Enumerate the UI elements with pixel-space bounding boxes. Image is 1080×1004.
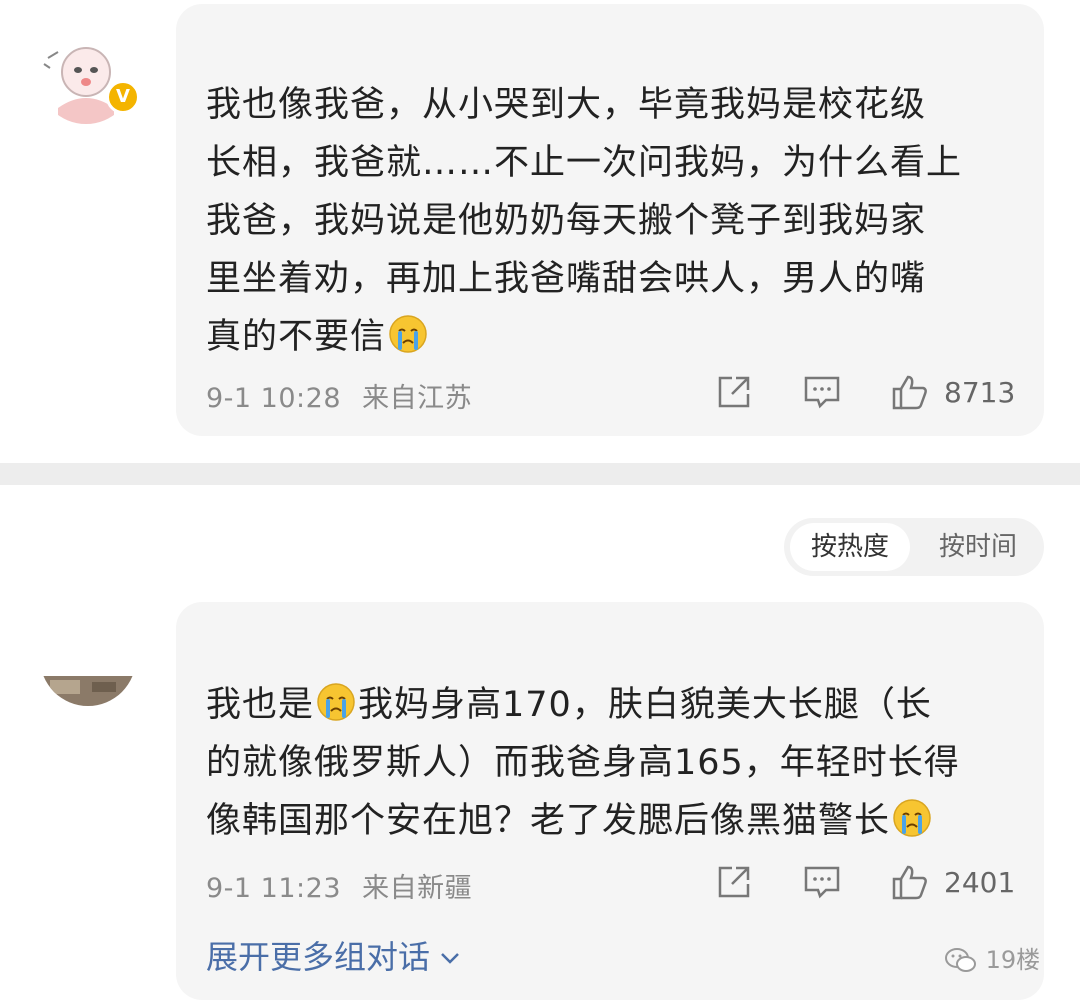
watermark: 19楼 <box>944 940 1040 976</box>
verified-badge-icon: V <box>106 80 140 114</box>
comment-text: 我也像我爸，从小哭到大，毕竟我妈是校花级 长相，我爸就……不止一次问我妈，为什么… <box>206 85 963 357</box>
comment-bubble: 我也像我爸，从小哭到大，毕竟我妈是校花级 长相，我爸就……不止一次问我妈，为什么… <box>176 4 1044 436</box>
wechat-icon <box>944 946 978 974</box>
watermark-text: 19楼 <box>985 946 1041 974</box>
comment-text: 我也是 我妈身高170，肤白貌美大长腿（长 的就像俄罗斯人）而我爸身高165，年轻… <box>206 676 1016 850</box>
comment-icon[interactable] <box>802 372 842 412</box>
sort-by-heat-button[interactable]: 按热度 <box>790 523 910 571</box>
comment-location: 来自江苏 <box>362 383 473 414</box>
crying-emoji <box>388 314 428 354</box>
chevron-down-icon <box>438 940 462 978</box>
repost-icon[interactable] <box>714 862 754 902</box>
like-icon[interactable] <box>890 372 930 412</box>
sort-by-time-button[interactable]: 按时间 <box>920 523 1036 571</box>
comment-time: 9-1 10:28 <box>206 383 341 414</box>
avatar[interactable] <box>40 610 136 706</box>
comment-icon[interactable] <box>802 862 842 902</box>
comment-1: V 我也像我爸，从小哭到大，毕竟我妈是校花级 长相，我爸就……不止一次问我妈，为… <box>0 0 1080 463</box>
crying-emoji <box>892 798 932 838</box>
crying-emoji <box>316 682 356 722</box>
comment-actions: 8713 <box>698 372 1018 416</box>
section-divider <box>0 463 1080 485</box>
comment-time: 9-1 11:23 <box>206 873 341 904</box>
sort-toggle: 按热度 按时间 <box>784 518 1044 576</box>
comment-meta: 9-1 10:28 来自江苏 <box>206 376 472 415</box>
comment-location: 来自新疆 <box>362 873 473 904</box>
like-icon[interactable] <box>890 862 930 902</box>
expand-more-conversations-link[interactable]: 展开更多组对话 <box>206 932 462 978</box>
comment-2: 我也是 我妈身高170，肤白貌美大长腿（长 的就像俄罗斯人）而我爸身高165，年轻… <box>0 600 1080 1004</box>
like-count: 8713 <box>944 376 1016 409</box>
repost-icon[interactable] <box>714 372 754 412</box>
comment-actions: 2401 <box>698 862 1018 906</box>
like-count: 2401 <box>944 866 1016 899</box>
comment-meta: 9-1 11:23 来自新疆 <box>206 866 472 905</box>
expand-label: 展开更多组对话 <box>206 938 431 976</box>
